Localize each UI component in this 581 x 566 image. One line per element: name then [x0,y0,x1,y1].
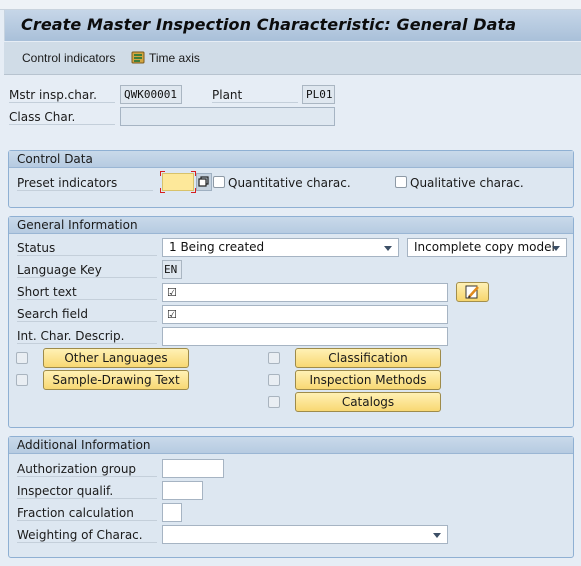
chevron-down-icon [384,246,392,251]
mstr-insp-char-field: QWK00001 [120,85,182,104]
quantitative-label: Quantitative charac. [228,176,351,190]
status-dropdown[interactable]: 1 Being created [162,238,399,257]
qualitative-label: Qualitative charac. [410,176,524,190]
required-marker [160,188,165,193]
title-bar: Create Master Inspection Characteristic:… [4,10,581,41]
application-toolbar: Control indicators Time axis [4,42,581,75]
preset-indicators-label: Preset indicators [17,176,153,191]
class-char-label: Class Char. [9,110,115,125]
class-char-field[interactable] [120,107,335,126]
copy-model-value: Incomplete copy model [414,240,555,254]
additional-information-heading: Additional Information [9,437,573,454]
pencil-edit-icon [465,285,479,299]
quantitative-checkbox[interactable] [213,176,225,188]
catalogs-indicator [268,396,280,408]
search-field-value: ☑ [167,308,177,321]
mstr-insp-char-label: Mstr insp.char. [9,88,115,103]
plant-field: PL01 [302,85,335,104]
time-axis-label: Time axis [149,51,200,65]
language-key-field: EN [162,260,182,279]
control-data-heading: Control Data [9,151,573,168]
page-title: Create Master Inspection Characteristic:… [21,15,517,34]
weighting-dropdown[interactable] [162,525,448,544]
fraction-calculation-field[interactable] [162,503,182,522]
int-char-descrip-label: Int. Char. Descrip. [17,329,157,344]
copy-icon [198,176,209,187]
chevron-down-icon [433,533,441,538]
time-axis-button[interactable]: Time axis [130,51,200,65]
short-text-field[interactable]: ☑ [162,283,448,302]
value-help-button[interactable] [196,173,212,191]
window-top-edge [0,0,581,10]
sample-drawing-indicator [16,374,28,386]
language-key-label: Language Key [17,263,157,278]
catalogs-button[interactable]: Catalogs [295,392,441,412]
search-field-input[interactable]: ☑ [162,305,448,324]
plant-label: Plant [212,88,298,103]
authorization-group-field[interactable] [162,459,224,478]
short-text-value: ☑ [167,286,177,299]
preset-indicators-field[interactable] [162,173,194,191]
fraction-calculation-label: Fraction calculation [17,506,157,521]
weighting-label: Weighting of Charac. [17,528,157,543]
copy-model-dropdown[interactable]: Incomplete copy model [407,238,567,257]
other-languages-button[interactable]: Other Languages [43,348,189,368]
inspector-qualif-field[interactable] [162,481,203,500]
general-information-heading: General Information [9,217,573,234]
short-text-label: Short text [17,285,157,300]
required-marker [160,171,165,176]
sample-drawing-text-button[interactable]: Sample-Drawing Text [43,370,189,390]
int-char-descrip-field[interactable] [162,327,448,346]
edit-long-text-button[interactable] [456,282,489,302]
chevron-down-icon [552,246,560,251]
inspector-qualif-label: Inspector qualif. [17,484,157,499]
inspection-methods-indicator [268,374,280,386]
inspection-methods-button[interactable]: Inspection Methods [295,370,441,390]
other-languages-indicator [16,352,28,364]
scroll-icon [130,51,146,65]
control-indicators-button[interactable]: Control indicators [22,51,115,65]
qualitative-checkbox[interactable] [395,176,407,188]
search-field-label: Search field [17,307,157,322]
status-label: Status [17,241,157,256]
classification-button[interactable]: Classification [295,348,441,368]
classification-indicator [268,352,280,364]
authorization-group-label: Authorization group [17,462,157,477]
status-value: 1 Being created [169,240,265,254]
